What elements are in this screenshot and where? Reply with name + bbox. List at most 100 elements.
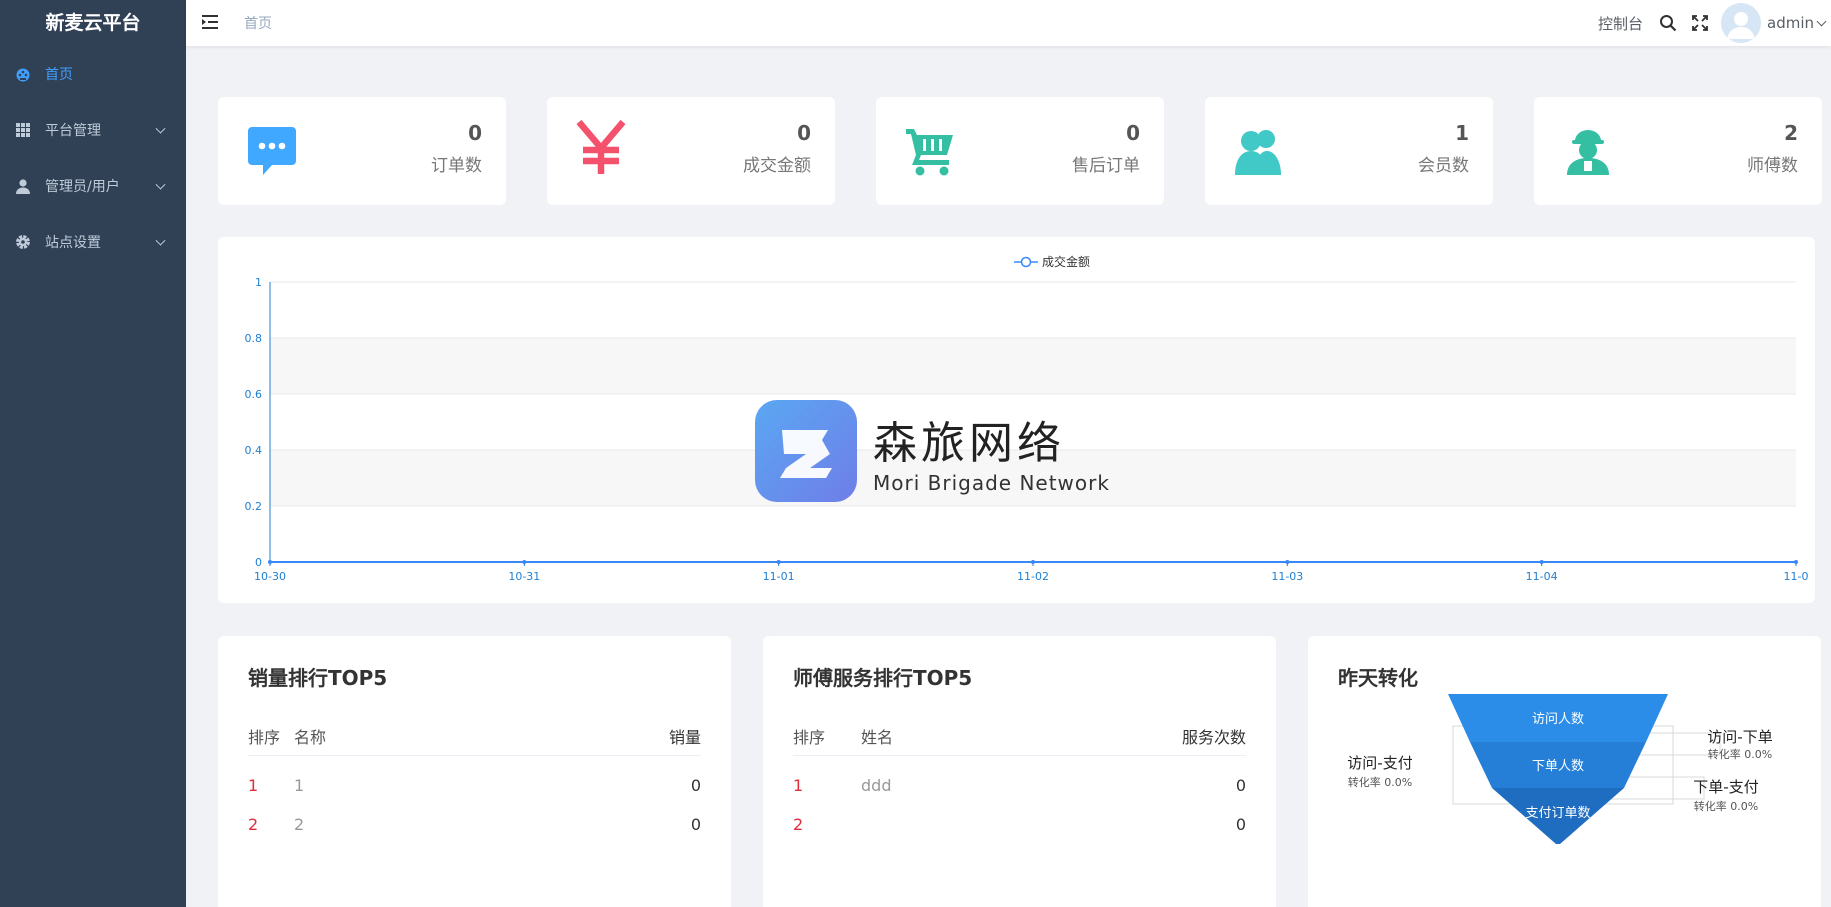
stat-label: 成交金额 (743, 156, 811, 176)
chat-bubble-icon (246, 125, 298, 177)
row-name: 2 (294, 815, 305, 834)
x-tick-label: 11-04 (1526, 570, 1558, 583)
series-point (776, 560, 781, 564)
panel-title: 销量排行TOP5 (248, 666, 388, 690)
conversion-funnel: 访问人数 下单人数 支付订单数 访问-支付 转化率 0.0% 访问-下单 转化率… (1347, 694, 1773, 844)
x-tick-label: 10-30 (254, 570, 286, 583)
sales-rank-panel: 销量排行TOP5 排序 名称 销量 1 1 0 2 2 0 (218, 636, 731, 907)
row-rank: 1 (248, 776, 259, 795)
col-name: 名称 (294, 727, 327, 747)
sidebar-item-admin-users[interactable]: 管理员/用户 (0, 158, 186, 214)
watermark-en: Mori Brigade Network (873, 471, 1110, 495)
stat-card-aftersales[interactable]: 0 售后订单 (876, 97, 1164, 205)
chart-legend[interactable]: 成交金额 (1014, 253, 1090, 270)
table-row: 1 ddd 0 (793, 766, 1246, 805)
chevron-down-icon[interactable] (1816, 16, 1827, 26)
master-rank-panel: 师傅服务排行TOP5 排序 姓名 服务次数 1 ddd 0 2 0 (763, 636, 1276, 907)
table-row: 1 1 0 (248, 766, 701, 805)
row-value: 0 (1235, 815, 1246, 834)
col-rank: 排序 (793, 727, 826, 747)
stat-label: 订单数 (431, 156, 482, 176)
sidebar-item-label: 平台管理 (45, 123, 101, 139)
console-link[interactable]: 控制台 (1598, 13, 1643, 34)
sidebar-toggle-icon[interactable] (202, 13, 220, 31)
main-content: 0 订单数 0 成交金额 0 售后订单 1 会员数 2 师傅数 0 0.2 0.4 0… (186, 46, 1831, 907)
y-tick-label: 0 (255, 556, 262, 569)
row-name: ddd (861, 776, 892, 795)
fullscreen-icon[interactable] (1689, 12, 1711, 34)
conv-right-top-rate: 转化率 0.0% (1708, 747, 1772, 761)
table-row: 2 2 0 (248, 805, 701, 844)
sidebar-item-home[interactable]: 首页 (0, 46, 186, 102)
chevron-down-icon (155, 235, 166, 246)
row-rank: 2 (248, 815, 259, 834)
series-point (268, 560, 272, 564)
users-icon (1233, 125, 1285, 177)
user-icon (15, 178, 31, 194)
row-rank: 2 (793, 815, 804, 834)
sidebar-item-label: 首页 (45, 67, 73, 83)
table-header: 排序 名称 销量 (248, 716, 701, 756)
funnel-label: 支付订单数 (1525, 806, 1590, 821)
breadcrumb[interactable]: 首页 (244, 13, 272, 33)
conv-right-top-label: 访问-下单 (1707, 728, 1772, 746)
col-name: 姓名 (861, 727, 894, 747)
avatar[interactable] (1721, 3, 1761, 43)
conv-right-bottom-rate: 转化率 0.0% (1694, 799, 1758, 813)
funnel-label: 下单人数 (1532, 759, 1584, 774)
brand-logo-icon (755, 400, 857, 502)
worker-icon (1562, 125, 1614, 177)
watermark: 森旅网络 Mori Brigade Network (755, 400, 1110, 502)
stat-value: 2 (1784, 121, 1798, 145)
stat-card-masters[interactable]: 2 师傅数 (1534, 97, 1822, 205)
row-rank: 1 (793, 776, 804, 795)
gear-icon (15, 234, 31, 250)
yen-icon (575, 119, 627, 179)
grid-icon (15, 122, 31, 138)
sales-rank-table: 排序 名称 销量 1 1 0 2 2 0 (248, 716, 701, 844)
sidebar-item-platform[interactable]: 平台管理 (0, 102, 186, 158)
series-point (522, 560, 527, 564)
row-name: 1 (294, 776, 305, 795)
x-tick-label: 11-01 (763, 570, 795, 583)
watermark-cn: 森旅网络 (873, 418, 1065, 469)
master-rank-table: 排序 姓名 服务次数 1 ddd 0 2 0 (793, 716, 1246, 844)
stat-value: 0 (1126, 121, 1140, 145)
legend-line-marker-icon (1014, 256, 1038, 267)
stat-label: 会员数 (1418, 156, 1469, 176)
search-icon[interactable] (1657, 12, 1679, 34)
turnover-chart-card: 0 0.2 0.4 0.6 0.8 1 10-30 10-31 11-01 11-02 11-03 1… (218, 237, 1815, 603)
y-tick-label: 0.4 (245, 444, 263, 457)
stat-value: 0 (797, 121, 811, 145)
username[interactable]: admin (1767, 14, 1814, 32)
x-tick-label: 11-0 (1784, 570, 1809, 583)
legend-label: 成交金额 (1042, 255, 1091, 269)
stat-card-turnover[interactable]: 0 成交金额 (547, 97, 835, 205)
stat-card-orders[interactable]: 0 订单数 (218, 97, 506, 205)
series-point (1031, 560, 1035, 564)
col-rank: 排序 (248, 727, 281, 747)
sidebar-item-label: 站点设置 (45, 235, 101, 251)
cart-icon (904, 125, 956, 177)
table-row: 2 0 (793, 805, 1246, 844)
series-point (1539, 560, 1544, 564)
stat-label: 售后订单 (1072, 156, 1140, 176)
stat-value: 1 (1455, 121, 1469, 145)
conv-left-rate: 转化率 0.0% (1348, 775, 1412, 789)
stat-card-members[interactable]: 1 会员数 (1205, 97, 1493, 205)
col-service-count: 服务次数 (1181, 727, 1246, 747)
sidebar-item-site-settings[interactable]: 站点设置 (0, 214, 186, 270)
dashboard-icon (15, 66, 31, 82)
x-tick-label: 10-31 (508, 570, 540, 583)
row-value: 0 (690, 776, 701, 795)
row-value: 0 (1235, 776, 1246, 795)
panel-title: 师傅服务排行TOP5 (793, 666, 973, 690)
row-value: 0 (690, 815, 701, 834)
y-tick-label: 1 (255, 276, 262, 289)
y-tick-label: 0.2 (245, 500, 263, 513)
y-tick-label: 0.6 (245, 388, 263, 401)
sidebar-item-label: 管理员/用户 (45, 179, 120, 195)
series-point (1794, 560, 1798, 564)
table-header: 排序 姓名 服务次数 (793, 716, 1246, 756)
conv-right-bottom-label: 下单-支付 (1693, 778, 1758, 796)
